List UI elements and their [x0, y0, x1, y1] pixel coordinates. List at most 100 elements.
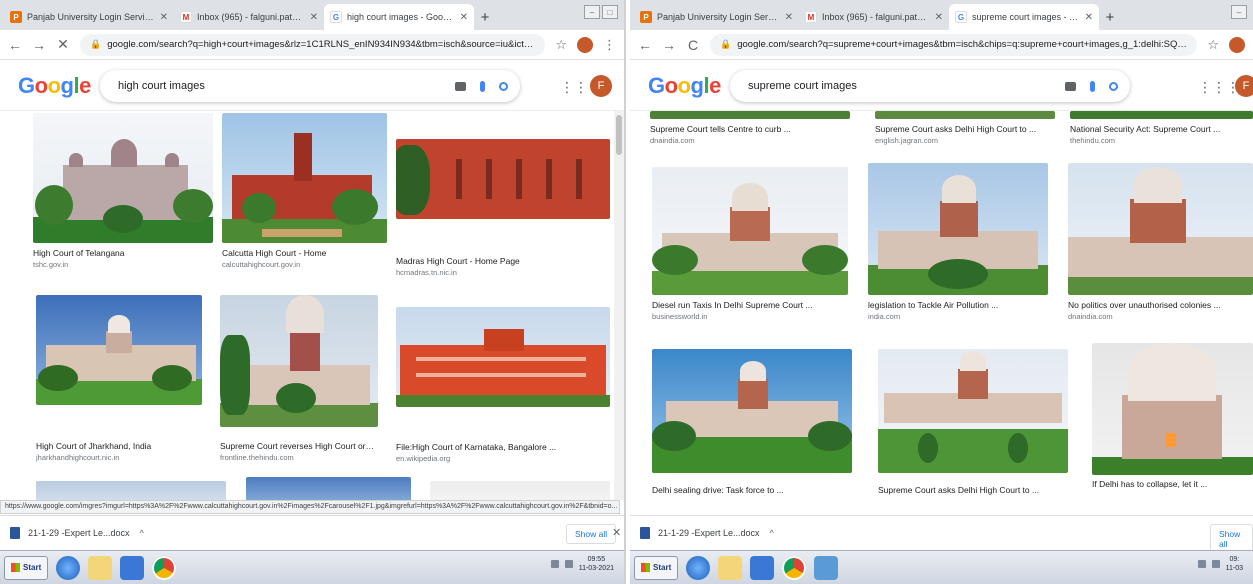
profile-icon[interactable]: [1229, 36, 1245, 53]
result-thumbnail[interactable]: [33, 113, 213, 243]
minimize-button[interactable]: –: [584, 5, 600, 19]
scrollbar-thumb[interactable]: [616, 115, 622, 155]
new-tab-button[interactable]: +: [474, 4, 496, 30]
camera-search-icon[interactable]: [1065, 81, 1076, 91]
paint-icon[interactable]: [814, 555, 839, 580]
result-source[interactable]: dnaindia.com: [650, 136, 850, 145]
close-icon[interactable]: ✕: [310, 12, 318, 23]
internet-explorer-icon[interactable]: [686, 555, 711, 580]
search-icon[interactable]: [499, 81, 508, 91]
image-result[interactable]: Delhi sealing drive: Task force to ...: [652, 349, 852, 495]
result-caption[interactable]: High Court of Jharkhand, India: [36, 441, 202, 451]
reload-icon[interactable]: C: [686, 37, 700, 53]
search-input[interactable]: high court images: [100, 70, 520, 102]
chrome-icon[interactable]: [152, 555, 177, 580]
result-thumbnail[interactable]: [652, 349, 852, 473]
result-source[interactable]: india.com: [868, 312, 1048, 321]
image-result[interactable]: [246, 477, 411, 500]
result-caption[interactable]: Supreme Court reverses High Court order …: [220, 441, 378, 451]
maximize-button[interactable]: □: [602, 5, 618, 19]
camera-search-icon[interactable]: [455, 81, 466, 91]
result-caption[interactable]: Madras High Court - Home Page: [396, 256, 610, 266]
avatar[interactable]: F: [590, 75, 612, 97]
url-field[interactable]: 🔒 google.com/search?q=high+court+images&…: [80, 33, 546, 56]
result-thumbnail[interactable]: [36, 295, 202, 405]
image-result[interactable]: No politics over unauthorised colonies .…: [1068, 163, 1253, 321]
minimize-button[interactable]: –: [1231, 5, 1247, 19]
image-result[interactable]: Supreme Court asks Delhi High Court to .…: [878, 349, 1068, 495]
close-icon[interactable]: ✕: [1085, 12, 1093, 23]
close-icon[interactable]: ✕: [460, 12, 468, 23]
network-icon[interactable]: [550, 560, 559, 568]
result-thumbnail[interactable]: [396, 139, 610, 219]
result-source[interactable]: english.jagran.com: [875, 136, 1055, 145]
result-thumbnail[interactable]: [220, 295, 378, 427]
image-result[interactable]: legislation to Tackle Air Pollution ... …: [868, 163, 1048, 321]
result-source[interactable]: en.wikipedia.org: [396, 454, 610, 463]
microphone-icon[interactable]: [480, 80, 485, 92]
download-item[interactable]: 21-1-29 -Expert Le...docx: [28, 528, 130, 538]
result-thumbnail[interactable]: [396, 307, 610, 407]
result-caption[interactable]: National Security Act: Supreme Court ...: [1070, 124, 1253, 134]
network-icon[interactable]: [1197, 560, 1206, 568]
tab-google-search[interactable]: G supreme court images - Google Se ✕: [949, 4, 1099, 30]
show-all-button[interactable]: Show all: [566, 524, 617, 544]
clock[interactable]: 09:55 11-03-2021: [579, 555, 614, 573]
result-thumbnail[interactable]: [36, 481, 226, 500]
result-thumbnail[interactable]: [868, 163, 1048, 295]
image-result[interactable]: Supreme Court asks Delhi High Court to .…: [875, 111, 1055, 145]
result-source[interactable]: dnaindia.com: [1068, 312, 1253, 321]
image-result[interactable]: High Court of Jharkhand, India jharkhand…: [36, 295, 202, 462]
result-caption[interactable]: Calcutta High Court - Home: [222, 248, 387, 258]
close-icon[interactable]: ✕: [612, 526, 621, 539]
image-result[interactable]: High Court of Telangana tshc.gov.in: [33, 113, 213, 269]
result-caption[interactable]: No politics over unauthorised colonies .…: [1068, 300, 1253, 310]
apps-grid-icon[interactable]: ⋮⋮⋮: [1198, 79, 1240, 96]
tab-gmail-inbox[interactable]: M Inbox (965) - falguni.patel@panjab ✕: [174, 4, 324, 30]
profile-icon[interactable]: [577, 36, 593, 53]
result-caption[interactable]: Supreme Court tells Centre to curb ...: [650, 124, 850, 134]
result-thumbnail[interactable]: [246, 477, 411, 500]
result-thumbnail[interactable]: [1068, 163, 1253, 295]
start-button[interactable]: Start: [4, 555, 49, 580]
search-input[interactable]: supreme court images: [730, 70, 1130, 102]
avatar[interactable]: F: [1235, 75, 1253, 97]
file-explorer-icon[interactable]: [718, 555, 743, 580]
bookmark-star-icon[interactable]: ☆: [555, 37, 567, 53]
chevron-up-icon[interactable]: ^: [770, 528, 774, 538]
image-result[interactable]: [36, 481, 226, 500]
media-player-icon[interactable]: [120, 555, 145, 580]
google-logo[interactable]: Google: [18, 73, 98, 99]
close-icon[interactable]: ✕: [160, 12, 168, 23]
bookmark-star-icon[interactable]: ☆: [1207, 37, 1219, 53]
media-player-icon[interactable]: [750, 555, 775, 580]
result-caption[interactable]: If Delhi has to collapse, let it ...: [1092, 479, 1253, 489]
result-thumbnail[interactable]: [875, 111, 1055, 119]
image-result[interactable]: File:High Court of Karnataka, Bangalore …: [396, 307, 610, 463]
result-source[interactable]: hcmadras.tn.nic.in: [396, 268, 610, 277]
microphone-icon[interactable]: [1090, 80, 1095, 92]
new-tab-button[interactable]: +: [1099, 4, 1121, 30]
result-thumbnail[interactable]: [222, 113, 387, 243]
result-caption[interactable]: Delhi sealing drive: Task force to ...: [652, 485, 852, 495]
forward-arrow-icon[interactable]: →: [662, 37, 676, 53]
tab-google-search[interactable]: G high court images - Google Search ✕: [324, 4, 474, 30]
image-result[interactable]: If Delhi has to collapse, let it ...: [1092, 343, 1253, 489]
tab-pu-login[interactable]: P Panjab University Login Service [PU] ✕: [634, 4, 799, 30]
volume-icon[interactable]: [564, 560, 573, 568]
result-source[interactable]: thehindu.com: [1070, 136, 1253, 145]
stop-loading-icon[interactable]: ✕: [56, 36, 70, 53]
image-result[interactable]: Supreme Court reverses High Court order …: [220, 295, 378, 462]
back-arrow-icon[interactable]: ←: [638, 37, 652, 53]
result-caption[interactable]: High Court of Telangana: [33, 248, 213, 258]
image-result[interactable]: National Security Act: Supreme Court ...…: [1070, 111, 1253, 145]
result-caption[interactable]: Supreme Court asks Delhi High Court to .…: [875, 124, 1055, 134]
back-arrow-icon[interactable]: ←: [8, 37, 22, 53]
result-thumbnail[interactable]: [1070, 111, 1253, 119]
tab-gmail-inbox[interactable]: M Inbox (965) - falguni.patel@panjab ✕: [799, 4, 949, 30]
result-thumbnail[interactable]: [652, 167, 848, 295]
result-caption[interactable]: File:High Court of Karnataka, Bangalore …: [396, 442, 610, 452]
forward-arrow-icon[interactable]: →: [32, 37, 46, 53]
url-field[interactable]: 🔒 google.com/search?q=supreme+court+imag…: [710, 33, 1198, 56]
result-source[interactable]: tshc.gov.in: [33, 260, 213, 269]
